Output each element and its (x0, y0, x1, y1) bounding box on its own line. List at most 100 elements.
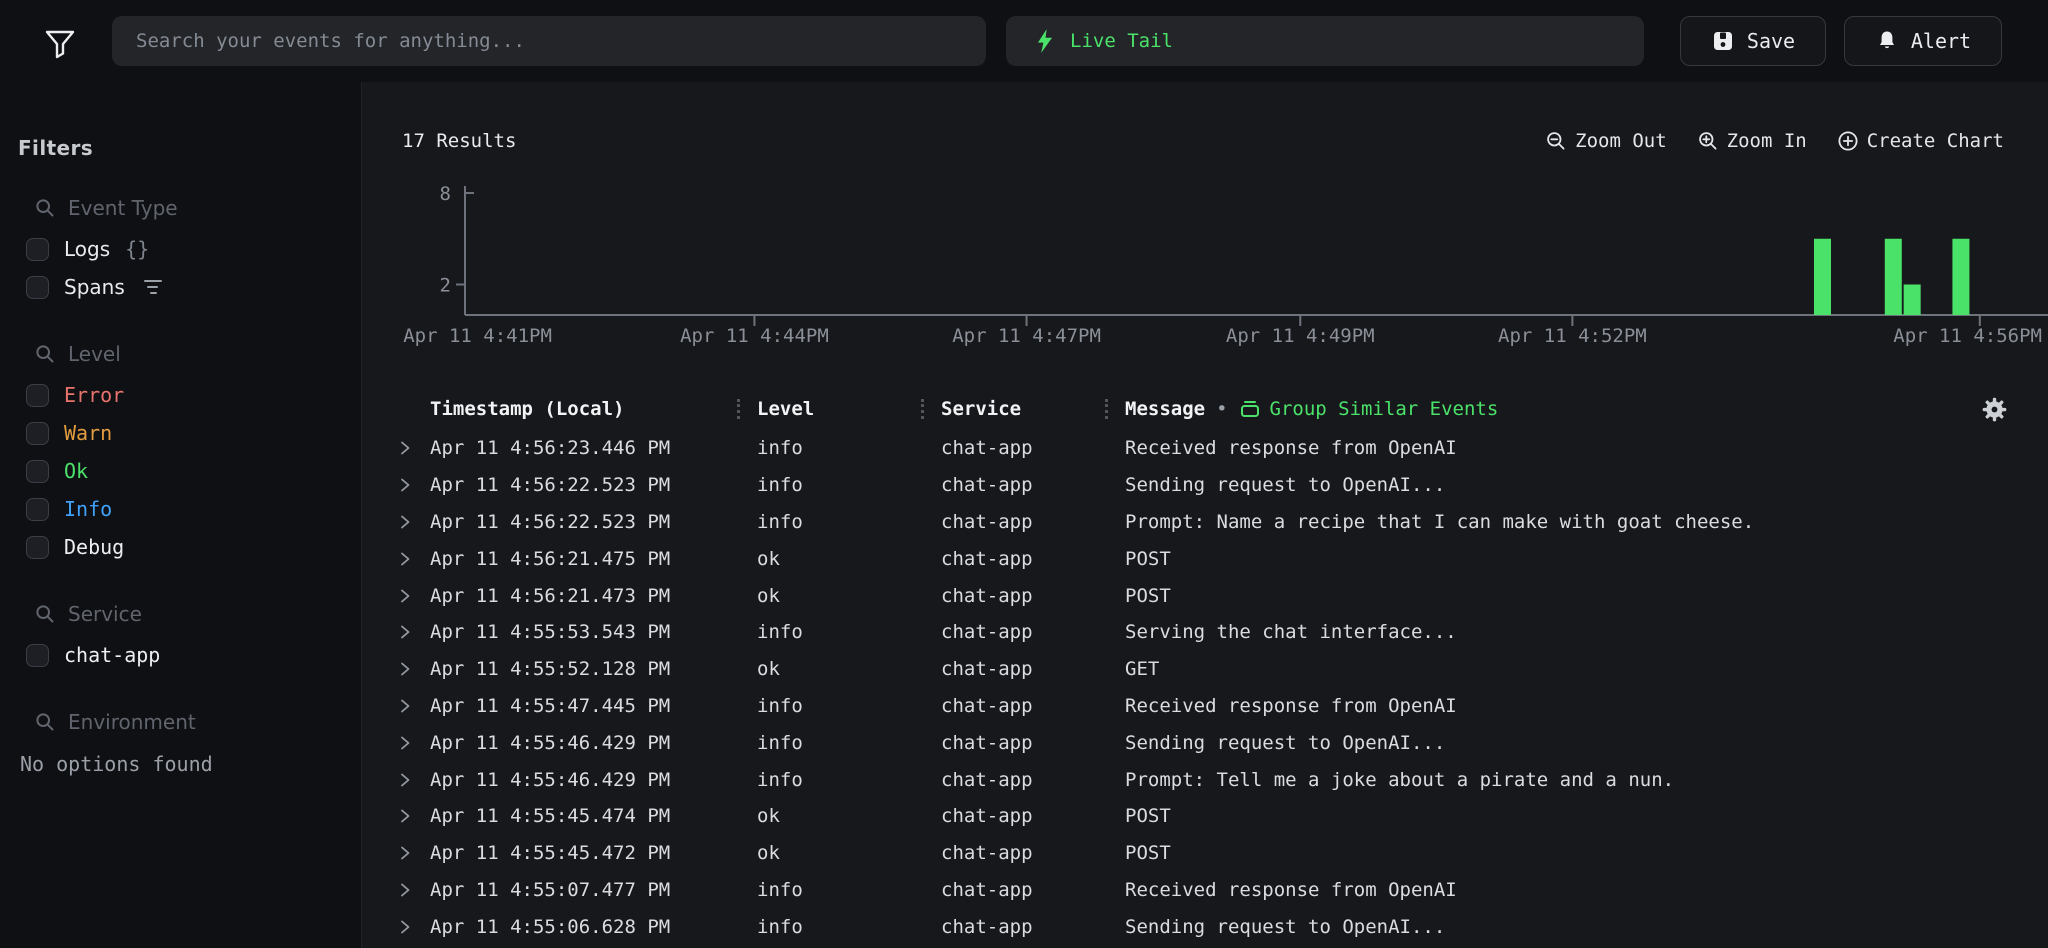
chart-bar[interactable] (1952, 239, 1969, 315)
filter-option-logs[interactable]: Logs {} (26, 230, 347, 268)
chevron-right-icon[interactable] (398, 735, 430, 751)
zoom-in-button[interactable]: Zoom In (1697, 130, 1807, 152)
log-timestamp: Apr 11 4:56:22.523 PM (430, 474, 757, 496)
chevron-right-icon[interactable] (398, 808, 430, 824)
log-row[interactable]: Apr 11 4:56:23.446 PM info chat-app Rece… (362, 430, 2048, 467)
log-row[interactable]: Apr 11 4:55:52.128 PM ok chat-app GET (362, 651, 2048, 688)
alert-button[interactable]: Alert (1844, 16, 2002, 66)
events-histogram[interactable]: 82Apr 11 4:41PMApr 11 4:44PMApr 11 4:47P… (362, 150, 2048, 350)
log-level: info (757, 732, 941, 754)
chevron-right-icon[interactable] (398, 440, 430, 456)
chevron-right-icon[interactable] (398, 624, 430, 640)
log-service: chat-app (941, 585, 1125, 607)
section-event-type: Event Type Logs {} Spans (26, 196, 347, 306)
log-service: chat-app (941, 732, 1125, 754)
chevron-right-icon[interactable] (398, 772, 430, 788)
chevron-right-icon[interactable] (398, 919, 430, 935)
checkbox-ok[interactable] (26, 460, 49, 483)
chevron-right-icon[interactable] (398, 845, 430, 861)
search-icon[interactable] (34, 711, 56, 733)
log-row[interactable]: Apr 11 4:55:07.477 PM info chat-app Rece… (362, 872, 2048, 909)
table-settings-button[interactable] (1981, 396, 2008, 423)
section-label-event-type: Event Type (68, 196, 178, 220)
search-icon[interactable] (34, 197, 56, 219)
chevron-right-icon[interactable] (398, 477, 430, 493)
live-tail-button[interactable]: Live Tail (1006, 16, 1644, 66)
log-timestamp: Apr 11 4:56:21.473 PM (430, 585, 757, 607)
log-message: Prompt: Tell me a joke about a pirate an… (1125, 769, 2008, 791)
log-row[interactable]: Apr 11 4:55:53.543 PM info chat-app Serv… (362, 614, 2048, 651)
log-timestamp: Apr 11 4:55:46.429 PM (430, 769, 757, 791)
chevron-right-icon[interactable] (398, 514, 430, 530)
log-service: chat-app (941, 548, 1125, 570)
log-level: info (757, 879, 941, 901)
column-resize-handle[interactable] (737, 399, 740, 419)
checkbox-logs[interactable] (26, 238, 49, 261)
column-resize-handle[interactable] (921, 399, 924, 419)
checkbox-chat-app[interactable] (26, 644, 49, 667)
log-level: info (757, 769, 941, 791)
log-row[interactable]: Apr 11 4:55:06.628 PM info chat-app Send… (362, 908, 2048, 945)
filter-option-debug[interactable]: Debug (26, 528, 347, 566)
filter-option-ok[interactable]: Ok (26, 452, 347, 490)
save-label: Save (1747, 29, 1795, 53)
filter-option-error[interactable]: Error (26, 376, 347, 414)
chart-bar[interactable] (1814, 239, 1831, 315)
log-message: Received response from OpenAI (1125, 879, 2008, 901)
option-label: Spans (64, 275, 125, 299)
log-row[interactable]: Apr 11 4:56:22.523 PM info chat-app Send… (362, 467, 2048, 504)
group-similar-events-button[interactable]: Group Similar Events (1239, 398, 1499, 420)
search-icon[interactable] (34, 603, 56, 625)
create-chart-label: Create Chart (1867, 130, 2004, 152)
log-row[interactable]: Apr 11 4:56:21.475 PM ok chat-app POST (362, 540, 2048, 577)
log-timestamp: Apr 11 4:55:52.128 PM (430, 658, 757, 680)
filter-option-warn[interactable]: Warn (26, 414, 347, 452)
col-header-timestamp[interactable]: Timestamp (Local) (430, 398, 757, 420)
column-resize-handle[interactable] (1105, 399, 1108, 419)
zoom-in-label: Zoom In (1727, 130, 1807, 152)
filter-option-info[interactable]: Info (26, 490, 347, 528)
section-label-level: Level (68, 342, 121, 366)
bullet-separator: • (1216, 398, 1227, 420)
chevron-right-icon[interactable] (398, 661, 430, 677)
log-timestamp: Apr 11 4:55:47.445 PM (430, 695, 757, 717)
chevron-right-icon[interactable] (398, 551, 430, 567)
log-timestamp: Apr 11 4:55:06.628 PM (430, 916, 757, 938)
create-chart-button[interactable]: Create Chart (1837, 130, 2004, 152)
filter-funnel-icon[interactable] (40, 24, 80, 64)
log-row[interactable]: Apr 11 4:55:45.474 PM ok chat-app POST (362, 798, 2048, 835)
log-row[interactable]: Apr 11 4:56:21.473 PM ok chat-app POST (362, 577, 2048, 614)
col-header-level[interactable]: Level (757, 398, 941, 420)
log-timestamp: Apr 11 4:55:53.543 PM (430, 621, 757, 643)
chevron-right-icon[interactable] (398, 882, 430, 898)
col-header-message[interactable]: Message • Group Similar Events (1125, 396, 2008, 423)
zoom-out-button[interactable]: Zoom Out (1545, 130, 1667, 152)
search-icon[interactable] (34, 343, 56, 365)
log-row[interactable]: Apr 11 4:55:45.472 PM ok chat-app POST (362, 835, 2048, 872)
save-button[interactable]: Save (1680, 16, 1826, 66)
alert-label: Alert (1911, 29, 1971, 53)
log-row[interactable]: Apr 11 4:56:22.523 PM info chat-app Prom… (362, 504, 2048, 541)
chevron-right-icon[interactable] (398, 588, 430, 604)
checkbox-warn[interactable] (26, 422, 49, 445)
log-level: info (757, 474, 941, 496)
log-timestamp: Apr 11 4:56:22.523 PM (430, 511, 757, 533)
filter-option-chat-app[interactable]: chat-app (26, 636, 347, 674)
y-axis-label: 2 (440, 275, 451, 297)
log-row[interactable]: Apr 11 4:55:46.429 PM info chat-app Prom… (362, 761, 2048, 798)
log-level: ok (757, 585, 941, 607)
checkbox-error[interactable] (26, 384, 49, 407)
checkbox-info[interactable] (26, 498, 49, 521)
log-row[interactable]: Apr 11 4:55:46.429 PM info chat-app Send… (362, 724, 2048, 761)
chart-bar[interactable] (1904, 285, 1921, 316)
checkbox-debug[interactable] (26, 536, 49, 559)
gear-icon (1981, 396, 2008, 423)
col-header-service[interactable]: Service (941, 398, 1125, 420)
chart-bar[interactable] (1885, 239, 1902, 315)
log-row[interactable]: Apr 11 4:55:47.445 PM info chat-app Rece… (362, 688, 2048, 725)
filter-option-spans[interactable]: Spans (26, 268, 347, 306)
chevron-right-icon[interactable] (398, 698, 430, 714)
option-label: chat-app (64, 643, 160, 667)
checkbox-spans[interactable] (26, 276, 49, 299)
search-input[interactable] (112, 30, 986, 52)
